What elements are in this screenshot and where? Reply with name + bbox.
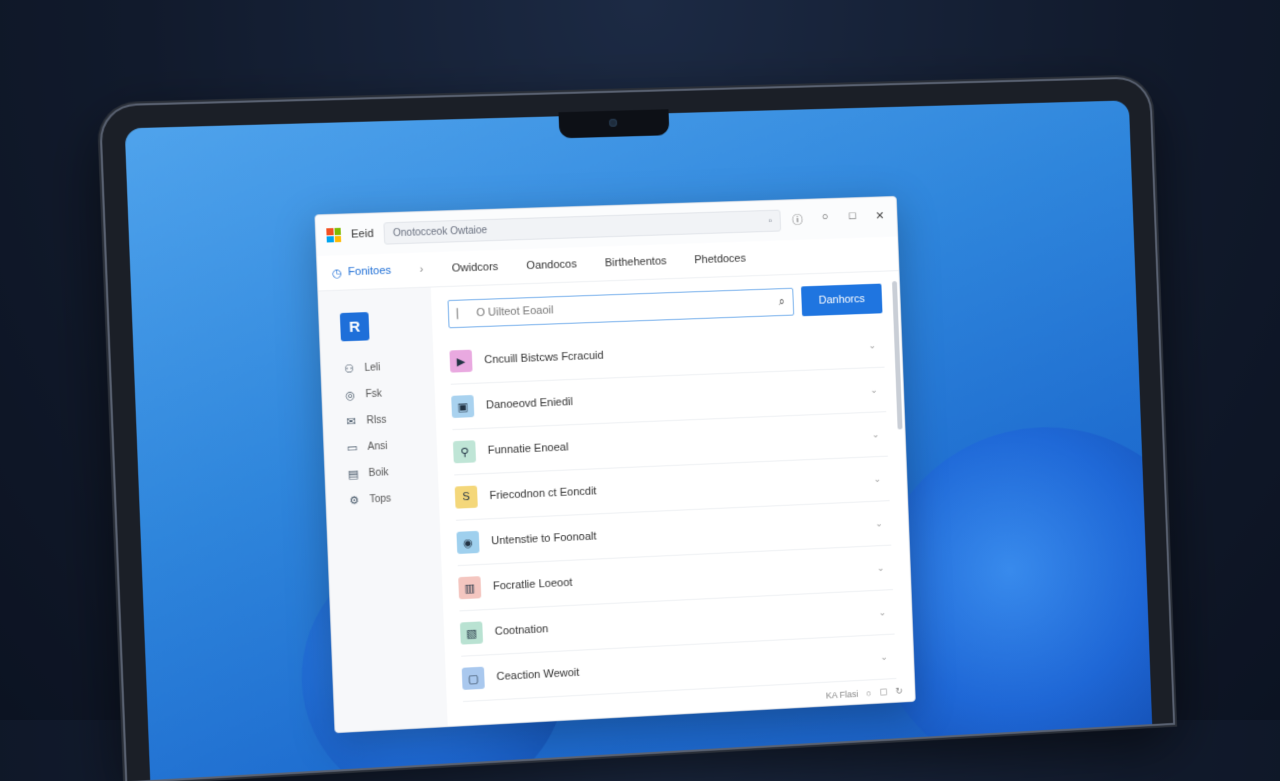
sidebar-item-label: Boik [368, 466, 389, 479]
mail-icon: ✉ [346, 415, 357, 428]
sidebar-item[interactable]: ✉ Rlss [344, 405, 437, 435]
sidebar: R ⚇ Leli ◎ Fsk ✉ Rlss ▭ Ansi ▤ Boik ⚙ To… [318, 288, 447, 734]
address-text: Onotocceok Owtaioe [392, 224, 488, 239]
timer-icon: ◷ [331, 266, 343, 280]
sidebar-item-label: Fsk [365, 387, 383, 400]
minimize-icon[interactable]: ○ [818, 211, 832, 227]
chat-icon: ◎ [345, 389, 356, 402]
item-list: ▶ Cncuill Bistcws Fcracuid ⌄ ▣ Danoeovd … [449, 323, 897, 703]
search-row: ⎸ O Uilteot Eoaoil ⌕ Danhorcs [447, 283, 883, 330]
chevron-down-icon[interactable]: ⌄ [875, 518, 883, 529]
list-item-label: Danoeovd Eniedil [485, 396, 574, 412]
circle-icon[interactable]: ○ [866, 688, 872, 698]
card-icon: ▥ [458, 576, 482, 600]
tab-label: Fonitoes [347, 264, 392, 279]
chevron-down-icon[interactable]: ⌄ [873, 473, 881, 484]
window-controls: ⓘ ○ □ ✕ [790, 209, 887, 228]
cursor-icon: ⎸ [456, 306, 469, 320]
laptop-bezel: Eeid Onotocceok Owtaioe ▫ ⓘ ○ □ ✕ ◷ Foni… [100, 78, 1174, 781]
address-clear-icon[interactable]: ▫ [768, 215, 772, 226]
tablet-icon: ▣ [451, 394, 475, 419]
app-logo[interactable]: R [339, 312, 370, 342]
chevron-right-icon: › [419, 263, 424, 276]
search-input[interactable]: ⎸ O Uilteot Eoaoil ⌕ [447, 287, 795, 329]
tab-favorites[interactable]: ◷ Fonitoes [331, 264, 392, 280]
scrollbar[interactable] [892, 281, 903, 430]
list-item-label: Friecodnon ct Eoncdit [489, 485, 597, 503]
info-icon[interactable]: ⓘ [790, 212, 804, 228]
sidebar-item-label: Tops [369, 492, 392, 505]
list-item-label: Focratlie Loeoot [492, 576, 573, 593]
window-body: R ⚇ Leli ◎ Fsk ✉ Rlss ▭ Ansi ▤ Boik ⚙ To… [318, 271, 915, 734]
sidebar-item-label: Leli [364, 361, 381, 374]
camera-icon: ◉ [456, 530, 480, 555]
sidebar-item[interactable]: ▭ Ansi [345, 431, 438, 461]
sidebar-item-label: Rlss [366, 414, 387, 427]
primary-action-button[interactable]: Danhorcs [801, 283, 883, 317]
tab-4[interactable]: Phetdoces [694, 253, 746, 267]
list-item-label: Ceaction Wewoit [496, 666, 580, 684]
chevron-down-icon[interactable]: ⌄ [868, 340, 876, 351]
people-icon: ⚇ [343, 362, 355, 376]
webcam [608, 118, 618, 127]
chevron-down-icon[interactable]: ⌄ [870, 384, 878, 395]
location-icon: ⚲ [452, 440, 477, 464]
tab-2[interactable]: Oandocos [526, 258, 577, 272]
document-icon: ▤ [347, 467, 359, 481]
app-title: Eeid [350, 227, 374, 241]
list-item-label: Untenstie to Foonoalt [491, 530, 597, 548]
search-placeholder: O Uilteot Eoaoil [476, 304, 554, 320]
list-item-label: Cootnation [494, 623, 549, 638]
desktop-screen: Eeid Onotocceok Owtaioe ▫ ⓘ ○ □ ✕ ◷ Foni… [124, 100, 1153, 781]
box-icon: ▧ [459, 621, 484, 645]
close-icon[interactable]: ✕ [873, 209, 887, 225]
sidebar-item[interactable]: ▤ Boik [346, 457, 439, 487]
search-icon[interactable]: ⌕ [779, 295, 786, 308]
chevron-down-icon[interactable]: ⌄ [878, 607, 886, 618]
tab-1[interactable]: Owidcors [452, 261, 499, 275]
sidebar-item-label: Ansi [367, 440, 388, 453]
status-text: KA Flasi [825, 688, 859, 701]
app-window: Eeid Onotocceok Owtaioe ▫ ⓘ ○ □ ✕ ◷ Foni… [314, 195, 916, 734]
address-bar[interactable]: Onotocceok Owtaioe ▫ [383, 209, 782, 245]
sidebar-item[interactable]: ◎ Fsk [342, 378, 435, 408]
frame-icon: ▢ [461, 666, 485, 690]
sidebar-item[interactable]: ⚙ Tops [347, 483, 440, 513]
chevron-down-icon[interactable]: ⌄ [877, 562, 885, 573]
refresh-icon[interactable]: ↻ [895, 686, 903, 697]
list-item-label: Cncuill Bistcws Fcracuid [484, 349, 604, 367]
tab-3[interactable]: Birthehentos [605, 255, 667, 269]
settings-icon: ⚙ [348, 494, 360, 507]
play-icon: ▶ [449, 349, 473, 373]
s-app-icon: S [454, 485, 478, 509]
camera-notch [558, 109, 670, 139]
chevron-down-icon[interactable]: ⌄ [872, 429, 880, 440]
windows-logo-icon [326, 227, 342, 243]
maximize-icon[interactable]: □ [845, 210, 859, 226]
chevron-down-icon[interactable]: ⌄ [880, 651, 888, 662]
main-panel: ⎸ O Uilteot Eoaoil ⌕ Danhorcs ▶ Cncuill … [430, 271, 915, 728]
sidebar-item[interactable]: ⚇ Leli [341, 352, 434, 382]
square-icon[interactable]: ▢ [879, 686, 888, 697]
list-item-label: Funnatie Enoeal [487, 441, 569, 457]
status-bar: KA Flasi ○ ▢ ↻ [826, 686, 903, 701]
message-icon: ▭ [346, 441, 358, 455]
